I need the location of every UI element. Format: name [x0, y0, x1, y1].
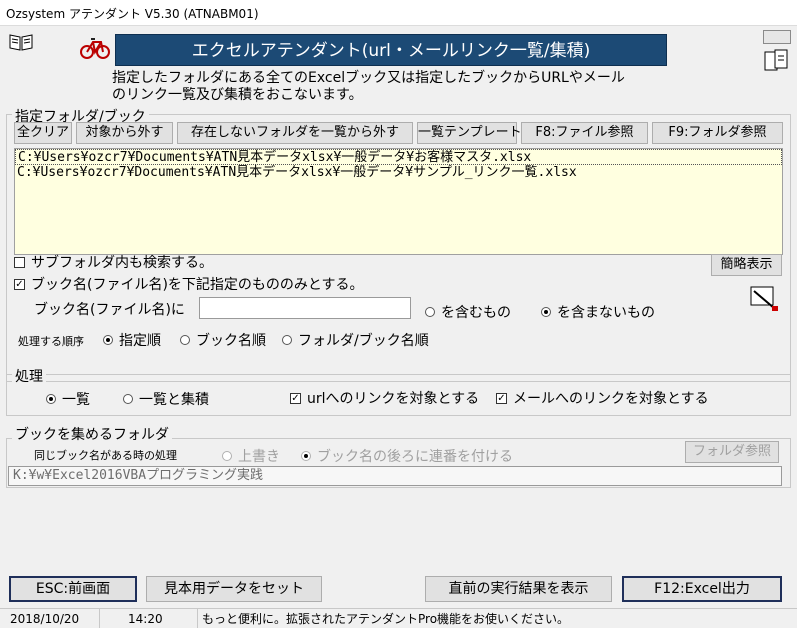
- same-name-label: 同じブック名がある時の処理: [34, 449, 177, 462]
- description-line-2: のリンク一覧及び集積をおこないます。: [112, 87, 363, 103]
- subfolder-label: サブフォルダ内も検索する。: [31, 255, 213, 271]
- excel-output-button[interactable]: F12:Excel出力: [622, 576, 782, 602]
- status-bar: 2018/10/20 14:20 もっと便利に。拡張されたアテンダントPro機能…: [0, 608, 797, 628]
- mail-link-checkbox[interactable]: ✓ メールへのリンクを対象とする: [496, 388, 709, 408]
- append-number-radio[interactable]: ブック名の後ろに連番を付ける: [301, 446, 513, 466]
- collect-folder-path[interactable]: K:¥w¥Excel2016VBAプログラミング実践: [8, 466, 782, 486]
- bookname-label: ブック名(ファイル名)に: [34, 302, 185, 318]
- append-number-label: ブック名の後ろに連番を付ける: [317, 449, 513, 465]
- radio-dot: [541, 307, 551, 317]
- overwrite-label: 上書き: [238, 449, 280, 465]
- collect-folder-browse-button[interactable]: フォルダ参照: [685, 441, 779, 463]
- order-specified-radio[interactable]: 指定順: [103, 330, 161, 350]
- radio-dot: [46, 394, 56, 404]
- radio-dot: [425, 307, 435, 317]
- list-collect-label: 一覧と集積: [139, 392, 209, 408]
- bookname-check-label: ブック名(ファイル名)を下記指定のもののみとする。: [31, 277, 364, 293]
- process-group-label: 処理: [12, 366, 46, 386]
- bookname-input[interactable]: [199, 297, 411, 319]
- show-last-result-button[interactable]: 直前の実行結果を表示: [425, 576, 612, 602]
- window-title: Ozsystem アテンダント V5.30 (ATNABM01): [6, 7, 259, 21]
- radio-dot: [301, 451, 311, 461]
- clear-all-button[interactable]: 全クリア: [14, 122, 72, 144]
- url-link-checkbox[interactable]: ✓ urlへのリンクを対象とする: [290, 388, 479, 408]
- list-collect-radio[interactable]: 一覧と集積: [123, 389, 209, 409]
- file-browse-button[interactable]: F8:ファイル参照: [521, 122, 648, 144]
- path-list[interactable]: C:¥Users¥ozcr7¥Documents¥ATN見本データxlsx¥一般…: [14, 148, 783, 255]
- esc-back-button[interactable]: ESC:前画面: [9, 576, 137, 602]
- radio-dot: [180, 335, 190, 345]
- clipboard-icon[interactable]: [761, 46, 791, 72]
- radio-dot: [103, 335, 113, 345]
- title-bar: Ozsystem アテンダント V5.30 (ATNABM01): [0, 0, 797, 26]
- check-icon: ✓: [14, 278, 25, 290]
- main-window: エクセルアテンダント(url・メールリンク一覧/集積) 指定したフォルダにある全…: [0, 26, 797, 628]
- overwrite-radio[interactable]: 上書き: [222, 446, 280, 466]
- description-line-1: 指定したフォルダにある全てのExcelブック又は指定したブックからURLやメール: [112, 70, 625, 86]
- check-icon: ✓: [496, 392, 507, 404]
- subfolder-checkbox[interactable]: サブフォルダ内も検索する。: [14, 252, 213, 272]
- list-only-label: 一覧: [62, 392, 90, 408]
- check-icon: ✓: [290, 392, 301, 404]
- list-template-button[interactable]: 一覧テンプレート: [417, 122, 522, 144]
- radio-dot: [282, 335, 292, 345]
- bookname-checkbox[interactable]: ✓ ブック名(ファイル名)を下記指定のもののみとする。: [14, 274, 364, 294]
- header-banner: エクセルアテンダント(url・メールリンク一覧/集積): [115, 34, 667, 66]
- folder-browse-button[interactable]: F9:フォルダ参照: [652, 122, 783, 144]
- exclude-button[interactable]: 対象から外す: [76, 122, 173, 144]
- order-folder-radio[interactable]: フォルダ/ブック名順: [282, 330, 429, 350]
- collect-group-label: ブックを集めるフォルダ: [12, 424, 172, 444]
- edit-pencil-icon[interactable]: [748, 282, 780, 314]
- contains-radio[interactable]: を含むもの: [425, 302, 511, 322]
- path-list-item[interactable]: C:¥Users¥ozcr7¥Documents¥ATN見本データxlsx¥一般…: [15, 149, 782, 165]
- checkbox-box: [14, 256, 25, 268]
- description: 指定したフォルダにある全てのExcelブック又は指定したブックからURLやメール…: [112, 70, 672, 104]
- order-option-label: ブック名順: [196, 333, 266, 349]
- not-contains-radio[interactable]: を含まないもの: [541, 302, 655, 322]
- not-contains-label: を含まないもの: [557, 305, 655, 321]
- order-bookname-radio[interactable]: ブック名順: [180, 330, 266, 350]
- path-list-item[interactable]: C:¥Users¥ozcr7¥Documents¥ATN見本データxlsx¥一般…: [15, 165, 782, 181]
- bicycle-icon: [80, 38, 110, 59]
- sample-data-button[interactable]: 見本用データをセット: [146, 576, 322, 602]
- order-label: 処理する順序: [18, 335, 84, 348]
- url-link-label: urlへのリンクを対象とする: [307, 391, 480, 407]
- radio-dot: [123, 394, 133, 404]
- list-only-radio[interactable]: 一覧: [46, 389, 90, 409]
- order-option-label: フォルダ/ブック名順: [298, 333, 429, 349]
- status-date: 2018/10/20: [0, 609, 100, 628]
- radio-dot: [222, 451, 232, 461]
- status-time: 14:20: [100, 609, 198, 628]
- order-option-label: 指定順: [119, 333, 161, 349]
- book-icon[interactable]: [8, 32, 34, 52]
- mail-link-label: メールへのリンクを対象とする: [513, 391, 709, 407]
- status-message: もっと便利に。拡張されたアテンダントPro機能をお使いください。: [202, 612, 570, 626]
- minimize-button[interactable]: [763, 30, 791, 44]
- contains-label: を含むもの: [441, 305, 511, 321]
- simple-view-button[interactable]: 簡略表示: [711, 254, 782, 276]
- remove-missing-button[interactable]: 存在しないフォルダを一覧から外す: [177, 122, 413, 144]
